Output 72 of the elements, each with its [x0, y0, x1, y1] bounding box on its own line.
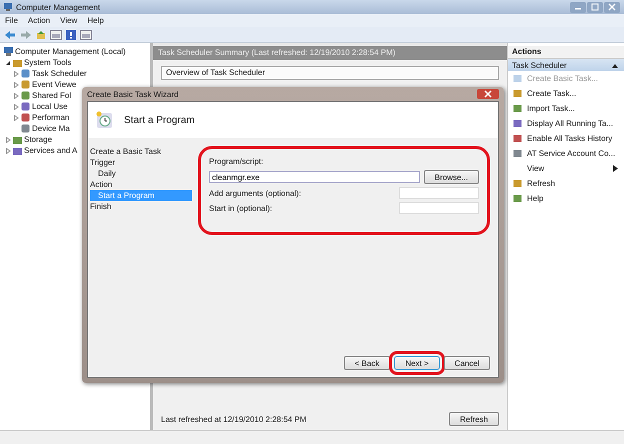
clock-icon — [96, 111, 114, 129]
minimize-button[interactable] — [570, 2, 586, 12]
field-label: Program/script: — [209, 157, 264, 167]
window-title: Computer Management — [16, 2, 100, 12]
collapsed-arrow-icon[interactable] — [12, 70, 19, 76]
collapse-arrow-icon[interactable] — [612, 62, 618, 68]
action-item[interactable]: Enable All Tasks History — [508, 131, 624, 146]
field-label: Add arguments (optional): — [209, 188, 302, 198]
action-item[interactable]: View — [508, 161, 624, 176]
collapsed-arrow-icon[interactable] — [12, 92, 19, 98]
close-button[interactable] — [477, 89, 499, 99]
menu-item[interactable]: File — [5, 16, 18, 25]
close-icon — [484, 90, 492, 98]
refresh-button[interactable]: Refresh — [448, 412, 499, 426]
browse-button[interactable]: Browse... — [424, 170, 479, 184]
collapsed-arrow-icon[interactable] — [12, 82, 19, 88]
tree-item[interactable]: Storage — [24, 135, 52, 144]
action-item[interactable]: Refresh — [508, 176, 624, 191]
collapsed-arrow-icon[interactable] — [12, 114, 19, 120]
computer-icon — [4, 47, 13, 56]
menu-item[interactable]: View — [60, 16, 78, 25]
action-item[interactable]: Create Task... — [508, 86, 624, 101]
forward-icon[interactable] — [20, 30, 32, 40]
status-text: Last refreshed at 12/19/2010 2:28:54 PM — [161, 414, 306, 424]
tree-item[interactable]: Local Use — [32, 102, 68, 111]
action-item[interactable]: Help — [508, 191, 624, 206]
computer-icon — [3, 2, 13, 12]
input-field[interactable] — [399, 202, 479, 214]
tree-item[interactable]: Computer Management (Local) — [15, 47, 126, 56]
field-label: Start in (optional): — [209, 204, 272, 212]
dialog-heading: Start a Program — [124, 114, 195, 126]
maximize-button[interactable] — [587, 2, 603, 12]
menu-item[interactable]: Help — [87, 16, 104, 25]
close-button[interactable] — [604, 2, 620, 12]
input-field[interactable] — [399, 187, 479, 199]
input-field[interactable]: cleanmgr.exe — [209, 171, 420, 183]
collapsed-arrow-icon[interactable] — [12, 104, 19, 110]
back-icon[interactable] — [4, 30, 16, 40]
pane-icon[interactable] — [80, 30, 92, 40]
folder-up-icon[interactable] — [36, 30, 46, 40]
action-item[interactable]: AT Service Account Co... — [508, 146, 624, 161]
action-item[interactable]: Import Task... — [508, 101, 624, 116]
menu-item[interactable]: Action — [28, 16, 50, 25]
tree-item[interactable]: Device Ma — [32, 124, 70, 133]
help-icon[interactable] — [66, 30, 76, 40]
pane-icon[interactable] — [50, 30, 62, 40]
tree-item[interactable]: Event Viewe — [32, 80, 76, 89]
wizard-step[interactable]: Finish — [90, 201, 192, 212]
wizard-step[interactable]: Daily — [90, 168, 192, 179]
actions-header: Actions — [508, 46, 624, 59]
expanded-arrow-icon[interactable] — [4, 60, 11, 66]
folder-icon — [13, 58, 22, 67]
tree-item[interactable]: System Tools — [24, 58, 72, 67]
submenu-arrow-icon — [613, 165, 618, 172]
tree-item[interactable]: Shared Fol — [32, 91, 72, 100]
wizard-step[interactable]: Action — [90, 179, 192, 190]
collapsed-arrow-icon[interactable] — [4, 136, 11, 142]
wizard-step[interactable]: Create a Basic Task — [90, 146, 192, 157]
section-header[interactable]: Task Scheduler — [508, 59, 624, 71]
tree-item[interactable]: Performan — [32, 113, 70, 122]
summary-header: Task Scheduler Summary (Last refreshed: 12/19/2010 2:28:54 PM) — [153, 46, 507, 60]
action-item[interactable]: Display All Running Ta... — [508, 116, 624, 131]
tree-item[interactable]: Task Scheduler — [32, 69, 87, 78]
wizard-button[interactable]: Cancel — [444, 356, 490, 370]
close-icon — [608, 3, 616, 11]
section-header[interactable]: Overview of Task Scheduler — [161, 66, 499, 80]
dialog-title: Create Basic Task Wizard — [87, 90, 178, 98]
collapsed-arrow-icon[interactable] — [4, 148, 11, 154]
maximize-icon — [591, 3, 599, 11]
wizard-button[interactable]: < Back — [344, 356, 390, 370]
wizard-step[interactable]: Trigger — [90, 157, 192, 168]
tree-item[interactable]: Services and A — [24, 146, 78, 155]
